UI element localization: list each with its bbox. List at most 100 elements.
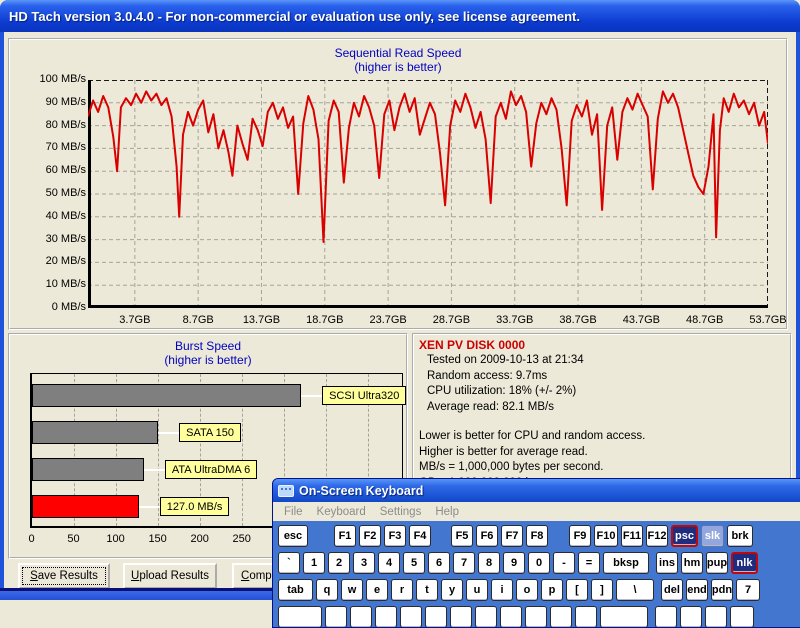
key-blank[interactable]	[500, 606, 522, 628]
key-blank[interactable]	[600, 606, 648, 628]
key-tab[interactable]: tab	[278, 579, 313, 601]
key-nlk[interactable]: nlk	[731, 552, 758, 574]
key-y[interactable]: y	[441, 579, 463, 601]
key-u[interactable]: u	[466, 579, 488, 601]
key-7[interactable]: 7	[736, 579, 760, 601]
key-o[interactable]: o	[516, 579, 538, 601]
key-3[interactable]: 3	[353, 552, 375, 574]
key-del[interactable]: del	[661, 579, 683, 601]
key-7[interactable]: 7	[453, 552, 475, 574]
x-axis-label: 33.7GB	[483, 314, 547, 326]
key-0[interactable]: 0	[528, 552, 550, 574]
upload-results-button[interactable]: Upload Results	[123, 563, 217, 589]
bar-label: 127.0 MB/s	[160, 497, 230, 516]
key-psc[interactable]: psc	[671, 525, 698, 547]
key-F5[interactable]: F5	[451, 525, 473, 547]
disk-note-line: MB/s = 1,000,000 bytes per second.	[419, 460, 785, 476]
key-blank[interactable]	[450, 606, 472, 628]
key-blank[interactable]	[655, 606, 677, 628]
key-`[interactable]: `	[278, 552, 300, 574]
key-w[interactable]: w	[341, 579, 363, 601]
burst-axis-number: 250	[222, 533, 262, 545]
key-spacer	[311, 525, 331, 547]
key-blank[interactable]	[705, 606, 727, 628]
key-F12[interactable]: F12	[646, 525, 668, 547]
key-i[interactable]: i	[491, 579, 513, 601]
key-=[interactable]: =	[578, 552, 600, 574]
key-[[interactable]: [	[566, 579, 588, 601]
key-blank[interactable]	[350, 606, 372, 628]
key-esc[interactable]: esc	[278, 525, 308, 547]
burst-chart-subtitle: (higher is better)	[10, 353, 406, 367]
osk-key-area: esc F1F2F3F4 F5F6F7F8 F9F10F11F12pscslkbrk `…	[273, 521, 800, 628]
burst-bar	[32, 421, 158, 444]
key-r[interactable]: r	[391, 579, 413, 601]
menu-settings[interactable]: Settings	[373, 506, 429, 518]
x-axis-label: 43.7GB	[609, 314, 673, 326]
key-ins[interactable]: ins	[656, 552, 678, 574]
key-pup[interactable]: pup	[706, 552, 728, 574]
burst-axis-number: 150	[138, 533, 178, 545]
key-2[interactable]: 2	[328, 552, 350, 574]
key-F3[interactable]: F3	[384, 525, 406, 547]
key-blank[interactable]	[575, 606, 597, 628]
disk-note-line: Lower is better for CPU and random acces…	[419, 429, 785, 445]
key-blank[interactable]	[730, 606, 754, 628]
y-axis-label: 80 MB/s	[12, 119, 86, 131]
key-6[interactable]: 6	[428, 552, 450, 574]
key-F2[interactable]: F2	[359, 525, 381, 547]
key-8[interactable]: 8	[478, 552, 500, 574]
burst-bar	[32, 384, 301, 407]
key-blank[interactable]	[375, 606, 397, 628]
key-blank[interactable]	[680, 606, 702, 628]
osk-window: On-Screen Keyboard FileKeyboardSettingsH…	[272, 478, 800, 628]
key-blank[interactable]	[400, 606, 422, 628]
disk-name: XEN PV DISK 0000	[419, 337, 785, 353]
key-bksp[interactable]: bksp	[603, 552, 649, 574]
save-results-button[interactable]: Save Results	[18, 563, 110, 589]
key-][interactable]: ]	[591, 579, 613, 601]
key-F9[interactable]: F9	[569, 525, 591, 547]
key-blank[interactable]	[550, 606, 572, 628]
key-blank[interactable]	[325, 606, 347, 628]
key-spacer	[551, 525, 566, 547]
y-axis-label: 70 MB/s	[12, 141, 86, 153]
x-axis-label: 8.7GB	[166, 314, 230, 326]
key-F6[interactable]: F6	[476, 525, 498, 547]
menu-file[interactable]: File	[277, 506, 310, 518]
burst-axis-number: 0	[12, 533, 52, 545]
key-4[interactable]: 4	[378, 552, 400, 574]
key-t[interactable]: t	[416, 579, 438, 601]
key-backslash[interactable]: \	[616, 579, 654, 601]
seq-chart-subtitle: (higher is better)	[10, 60, 786, 74]
key-e[interactable]: e	[366, 579, 388, 601]
y-axis-label: 100 MB/s	[12, 73, 86, 85]
key-F7[interactable]: F7	[501, 525, 523, 547]
key-5[interactable]: 5	[403, 552, 425, 574]
key-1[interactable]: 1	[303, 552, 325, 574]
key-slk[interactable]: slk	[701, 525, 724, 547]
hdtach-titlebar[interactable]: HD Tach version 3.0.4.0 - For non-commer…	[0, 0, 800, 32]
key-p[interactable]: p	[541, 579, 563, 601]
osk-titlebar[interactable]: On-Screen Keyboard	[273, 479, 800, 502]
key-F1[interactable]: F1	[334, 525, 356, 547]
key-brk[interactable]: brk	[727, 525, 753, 547]
key-end[interactable]: end	[686, 579, 708, 601]
key-F10[interactable]: F10	[594, 525, 618, 547]
hdtach-title-text: HD Tach version 3.0.4.0 - For non-commer…	[9, 9, 580, 24]
key-F4[interactable]: F4	[409, 525, 431, 547]
key-F8[interactable]: F8	[526, 525, 548, 547]
key-blank[interactable]	[278, 606, 322, 628]
key-blank[interactable]	[475, 606, 497, 628]
key-9[interactable]: 9	[503, 552, 525, 574]
menu-keyboard[interactable]: Keyboard	[310, 506, 373, 518]
key-blank[interactable]	[525, 606, 547, 628]
menu-help[interactable]: Help	[428, 506, 466, 518]
key-blank[interactable]	[425, 606, 447, 628]
key-hm[interactable]: hm	[681, 552, 703, 574]
key-pdn[interactable]: pdn	[711, 579, 733, 601]
key--[interactable]: -	[553, 552, 575, 574]
key-F11[interactable]: F11	[621, 525, 643, 547]
key-q[interactable]: q	[316, 579, 338, 601]
bar-connector	[301, 395, 322, 397]
